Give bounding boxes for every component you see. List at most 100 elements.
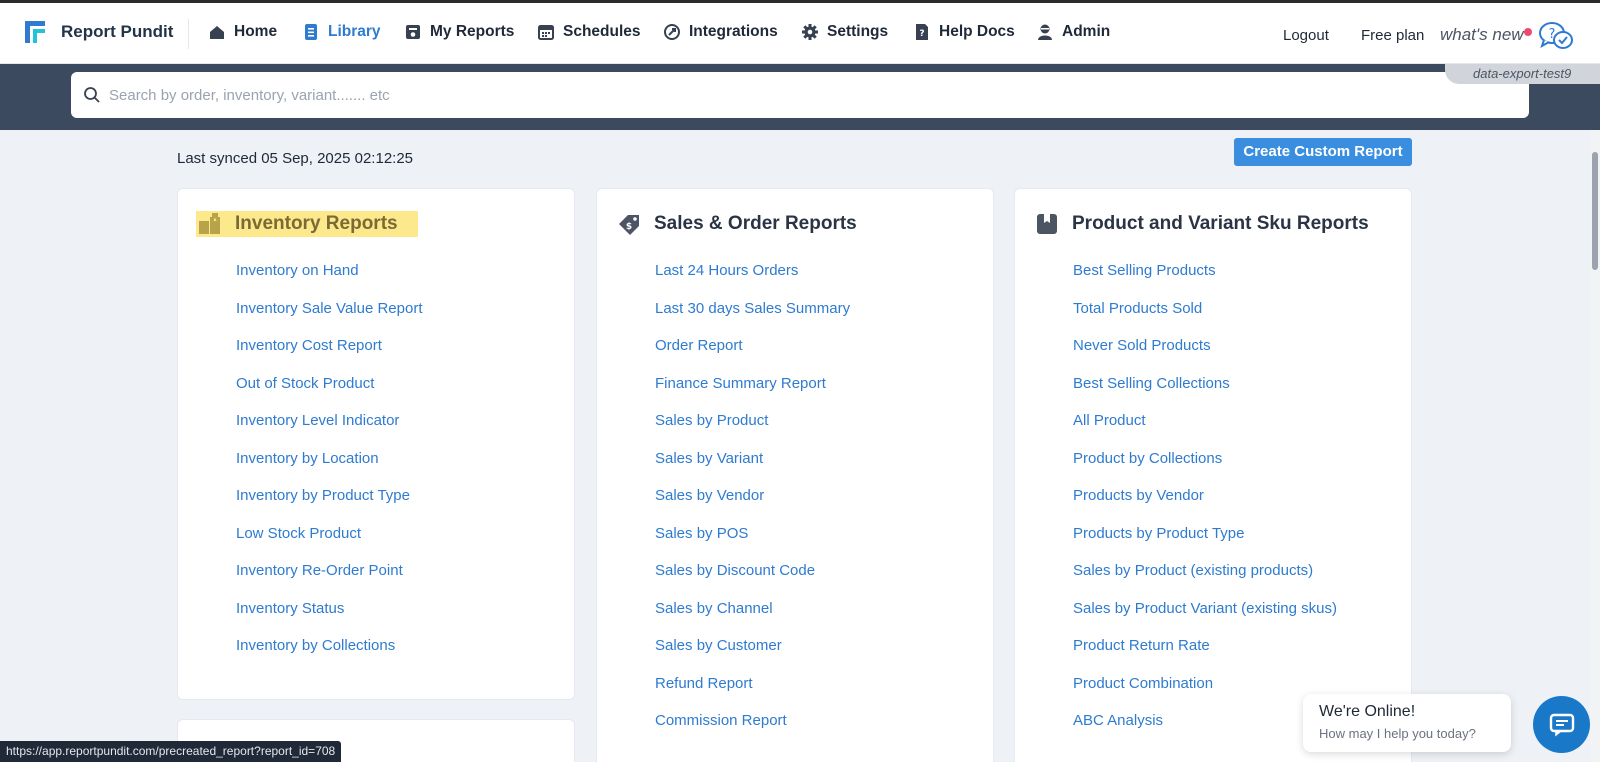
report-link[interactable]: Inventory Cost Report [236, 337, 423, 375]
nav-my-reports-label: My Reports [430, 23, 515, 40]
brand[interactable]: Report Pundit [25, 21, 173, 43]
whats-new-link[interactable]: what's new [1440, 25, 1524, 45]
report-link[interactable]: Product by Collections [1073, 450, 1337, 488]
report-link[interactable]: Sales by Product [655, 412, 850, 450]
search-band [0, 64, 1600, 130]
chat-launcher-button[interactable] [1533, 696, 1590, 753]
report-link[interactable]: Sales by Vendor [655, 487, 850, 525]
report-link[interactable]: Refund Report [655, 675, 850, 713]
report-link[interactable]: Total Products Sold [1073, 300, 1337, 338]
report-link[interactable]: Inventory on Hand [236, 262, 423, 300]
report-link[interactable]: Never Sold Products [1073, 337, 1337, 375]
report-link[interactable]: Inventory Sale Value Report [236, 300, 423, 338]
report-link[interactable]: Commission Report [655, 712, 850, 750]
my-reports-icon [406, 25, 420, 39]
report-link[interactable]: Last 24 Hours Orders [655, 262, 850, 300]
report-link[interactable]: Low Stock Product [236, 525, 423, 563]
report-link[interactable]: Product Return Rate [1073, 637, 1337, 675]
integrations-icon [664, 24, 680, 40]
calendar-icon [538, 25, 554, 40]
nav-settings[interactable]: Settings [801, 23, 888, 41]
report-link[interactable]: Out of Stock Product [236, 375, 423, 413]
nav-settings-label: Settings [827, 23, 889, 40]
free-plan-link[interactable]: Free plan [1361, 27, 1424, 44]
report-link[interactable]: Products by Product Type [1073, 525, 1337, 563]
nav-library-label: Library [328, 23, 381, 40]
report-link[interactable]: Best Selling Collections [1073, 375, 1337, 413]
product-bookmark-icon [1037, 214, 1057, 234]
nav-home-label: Home [234, 23, 278, 40]
report-link[interactable]: Product Combination [1073, 675, 1337, 713]
report-link[interactable]: Inventory by Collections [236, 637, 423, 675]
report-link[interactable]: Sales by Discount Code [655, 562, 850, 600]
report-link[interactable]: Sales by Product Variant (existing skus) [1073, 600, 1337, 638]
report-link[interactable]: Inventory Status [236, 600, 423, 638]
brand-name: Report Pundit [61, 22, 174, 41]
product-variant-reports-card: Product and Variant Sku Reports Best Sel… [1014, 188, 1412, 762]
logout-link[interactable]: Logout [1283, 27, 1329, 44]
nav-integrations[interactable]: Integrations [663, 23, 778, 41]
chat-icon [1549, 713, 1574, 737]
product-variant-report-list: Best Selling Products Total Products Sol… [1073, 262, 1337, 750]
inventory-reports-header: Inventory Reports [196, 211, 418, 237]
nav-schedules[interactable]: Schedules [537, 23, 641, 41]
product-variant-reports-header: Product and Variant Sku Reports [1035, 211, 1369, 237]
sales-order-reports-header: $ Sales & Order Reports [617, 211, 857, 237]
report-link[interactable]: Last 30 days Sales Summary [655, 300, 850, 338]
sales-order-reports-title: Sales & Order Reports [654, 213, 857, 234]
sales-order-reports-card: $ Sales & Order Reports Last 24 Hours Or… [596, 188, 994, 762]
nav-integrations-label: Integrations [689, 23, 778, 40]
report-link[interactable]: Sales by Channel [655, 600, 850, 638]
search-box[interactable] [71, 72, 1529, 118]
chat-greeting-subtitle: How may I help you today? [1319, 726, 1476, 741]
chat-greeting-bubble[interactable]: We're Online! How may I help you today? [1303, 694, 1511, 752]
report-link[interactable]: Sales by Customer [655, 637, 850, 675]
report-link[interactable]: Inventory by Location [236, 450, 423, 488]
report-link[interactable]: Best Selling Products [1073, 262, 1337, 300]
report-link[interactable]: Sales by Product (existing products) [1073, 562, 1337, 600]
whats-new-dot [1524, 28, 1532, 36]
report-link[interactable]: Sales by Variant [655, 450, 850, 488]
nav-help-docs[interactable]: ? Help Docs [913, 23, 1015, 41]
price-tag-icon: $ [619, 215, 639, 235]
nav-schedules-label: Schedules [563, 23, 641, 40]
inventory-report-list: Inventory on Hand Inventory Sale Value R… [236, 262, 423, 675]
nav-home[interactable]: Home [208, 23, 277, 41]
report-link[interactable]: Inventory Re-Order Point [236, 562, 423, 600]
inventory-reports-card: Inventory Reports Inventory on Hand Inve… [177, 188, 575, 700]
chat-greeting-title: We're Online! [1319, 703, 1416, 720]
page-scrollbar[interactable] [1590, 130, 1600, 762]
svg-text:?: ? [919, 29, 924, 39]
home-icon [210, 26, 224, 39]
admin-icon [1038, 24, 1052, 40]
search-input[interactable] [109, 86, 1409, 104]
report-link[interactable]: Finance Summary Report [655, 375, 850, 413]
report-link[interactable]: Order Report [655, 337, 850, 375]
scrollbar-thumb[interactable] [1592, 152, 1598, 270]
report-link[interactable]: Inventory by Product Type [236, 487, 423, 525]
help-doc-icon: ? [916, 24, 928, 40]
last-synced-text: Last synced 05 Sep, 2025 02:12:25 [177, 150, 414, 167]
top-navbar: Report Pundit Home Library My Reports Sc… [0, 3, 1600, 64]
nav-admin[interactable]: Admin [1036, 23, 1110, 41]
nav-library[interactable]: Library [302, 23, 381, 41]
help-chat-icon[interactable]: ? [1538, 21, 1574, 51]
gear-icon [802, 24, 818, 40]
status-bar-url: https://app.reportpundit.com/precreated_… [0, 741, 342, 762]
nav-my-reports[interactable]: My Reports [404, 23, 514, 41]
report-link[interactable]: All Product [1073, 412, 1337, 450]
report-link[interactable]: ABC Analysis [1073, 712, 1337, 750]
report-link[interactable]: Sales by POS [655, 525, 850, 563]
inventory-reports-title: Inventory Reports [235, 213, 398, 234]
product-variant-reports-title: Product and Variant Sku Reports [1072, 213, 1369, 234]
inventory-boxes-icon [199, 213, 220, 234]
create-custom-report-button[interactable]: Create Custom Report [1234, 138, 1412, 166]
sales-order-report-list: Last 24 Hours Orders Last 30 days Sales … [655, 262, 850, 750]
nav-admin-label: Admin [1062, 23, 1111, 40]
report-link[interactable]: Products by Vendor [1073, 487, 1337, 525]
report-link[interactable]: Inventory Level Indicator [236, 412, 423, 450]
brand-divider [188, 19, 189, 49]
store-name-tag: data-export-test9 [1445, 64, 1600, 84]
svg-text:$: $ [626, 222, 632, 232]
search-icon [84, 87, 100, 103]
